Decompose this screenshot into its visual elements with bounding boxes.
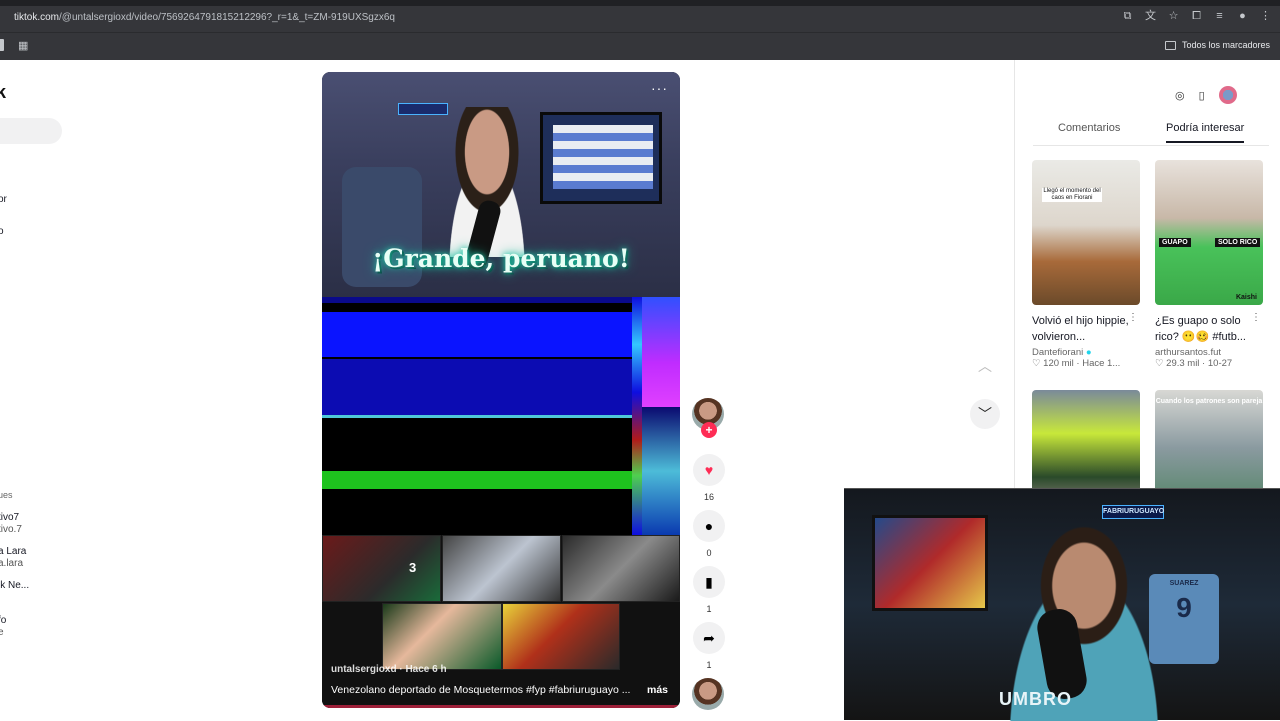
sidebar-item[interactable]: o <box>0 226 4 237</box>
address-bar-icons: ⧉ 文 ☆ ⧠ ≡ ● ⋮ <box>1121 10 1272 23</box>
url-text[interactable]: tiktok.com/@untalsergioxd/video/75692647… <box>14 12 395 23</box>
followed-account[interactable]: fo e <box>0 615 6 639</box>
video-author[interactable]: untalsergioxd · Hace 6 h <box>331 664 447 675</box>
tab-comentarios[interactable]: Comentarios <box>1058 122 1120 134</box>
bookmark-partial-icon[interactable] <box>0 39 4 51</box>
extensions-icon[interactable]: ⧠ <box>1190 10 1203 23</box>
recommended-video-card[interactable]: GUAPO SOLO RICO Kaishi ⋮ ¿Es guapo o sol… <box>1155 160 1263 369</box>
cam-tile <box>562 535 680 602</box>
address-bar[interactable]: tiktok.com/@untalsergioxd/video/75692647… <box>0 6 1280 32</box>
cam-tile <box>442 535 561 602</box>
share-count: 1 <box>706 660 712 670</box>
browser-menu-icon[interactable]: ⋮ <box>1259 10 1272 23</box>
folder-icon <box>1164 40 1176 50</box>
cam-tile <box>382 603 502 670</box>
cam-tile <box>502 603 620 670</box>
user-avatar-icon[interactable] <box>1218 86 1237 104</box>
following-accounts-label: ues <box>0 490 13 500</box>
more-link[interactable]: más <box>647 684 668 696</box>
uruguay-flag <box>553 125 653 189</box>
video-description: Venezolano deportado de Mosquetermos #fy… <box>331 684 631 696</box>
panel-tabs: Comentarios Podría interesar <box>1033 122 1269 146</box>
comment-count: 0 <box>706 548 712 558</box>
monitor <box>540 112 662 204</box>
more-options-icon[interactable]: ··· <box>651 80 668 96</box>
comment-icon[interactable]: ● <box>693 510 725 542</box>
profile-avatar-icon[interactable]: ● <box>1236 10 1249 23</box>
webcam-overlay: FABRIURUGUAYO SUAREZ 9 UMBRO <box>844 488 1280 721</box>
followed-account[interactable]: tivo7 tivo.7 <box>0 512 22 536</box>
bookmark-star-icon[interactable]: ☆ <box>1167 10 1180 23</box>
bookmarks-bar: ▦ Todos los marcadores <box>0 32 1280 60</box>
search-input[interactable] <box>0 118 62 144</box>
share-arrow-icon[interactable]: ➦ <box>693 622 725 654</box>
tiktok-logo-partial[interactable]: k <box>0 82 6 103</box>
sidebar-item[interactable]: or <box>0 194 7 205</box>
video-player[interactable]: ¡Grande, peruano! ··· 3 untalsergioxd · … <box>322 72 680 708</box>
followed-account[interactable]: ik Ne... <box>0 580 29 592</box>
tv-screen <box>872 515 988 611</box>
followed-account[interactable]: a Lara a.lara <box>0 546 26 570</box>
multicam-grid: 3 <box>322 535 680 708</box>
chevron-down-icon[interactable]: ﹀ <box>970 399 1000 429</box>
neon-sign: FABRIURUGUAYO <box>1102 505 1164 519</box>
like-count: 16 <box>703 492 714 502</box>
video-thumbnail[interactable]: Llegó el momento del caos en Fiorani <box>1032 160 1140 305</box>
all-bookmarks-button[interactable]: Todos los marcadores <box>1164 40 1270 50</box>
video-progress-bar[interactable] <box>322 705 680 708</box>
translate-icon[interactable]: 文 <box>1144 10 1157 23</box>
apps-grid-icon[interactable]: ▦ <box>18 39 30 52</box>
music-disc-avatar[interactable] <box>692 678 724 710</box>
glitch-frame <box>322 297 680 535</box>
left-sidebar: k or o ues tivo7 tivo.7 a Lara a.lara ik… <box>0 60 70 720</box>
recommended-video-card[interactable]: Llegó el momento del caos en Fiorani ⋮ V… <box>1032 160 1140 369</box>
verified-icon: ● <box>1085 347 1092 358</box>
cam-tile: 3 <box>322 535 441 602</box>
like-heart-icon[interactable]: ♥ <box>693 454 725 486</box>
tab-podria-interesar[interactable]: Podría interesar <box>1166 122 1245 143</box>
chevron-up-icon[interactable]: ︿ <box>970 351 1000 381</box>
bookmark-icon[interactable]: ▮ <box>693 566 725 598</box>
save-count: 1 <box>706 604 712 614</box>
video-thumbnail[interactable]: GUAPO SOLO RICO Kaishi <box>1155 160 1263 305</box>
explore-compass-icon[interactable]: ◎ <box>1175 89 1185 102</box>
card-menu-icon[interactable]: ⋮ <box>1251 312 1261 323</box>
card-menu-icon[interactable]: ⋮ <box>1128 312 1138 323</box>
right-panel-icons: ◎ ▯ <box>1175 86 1237 104</box>
shirt-brand: UMBRO <box>999 689 1072 709</box>
device-icon[interactable]: ▯ <box>1199 89 1205 102</box>
media-queue-icon[interactable]: ≡ <box>1213 10 1226 23</box>
video-frame-stream: ¡Grande, peruano! <box>322 72 680 297</box>
video-overlay-title: ¡Grande, peruano! <box>372 244 630 273</box>
follow-plus-icon[interactable]: + <box>701 422 717 438</box>
install-app-icon[interactable]: ⧉ <box>1121 10 1134 23</box>
